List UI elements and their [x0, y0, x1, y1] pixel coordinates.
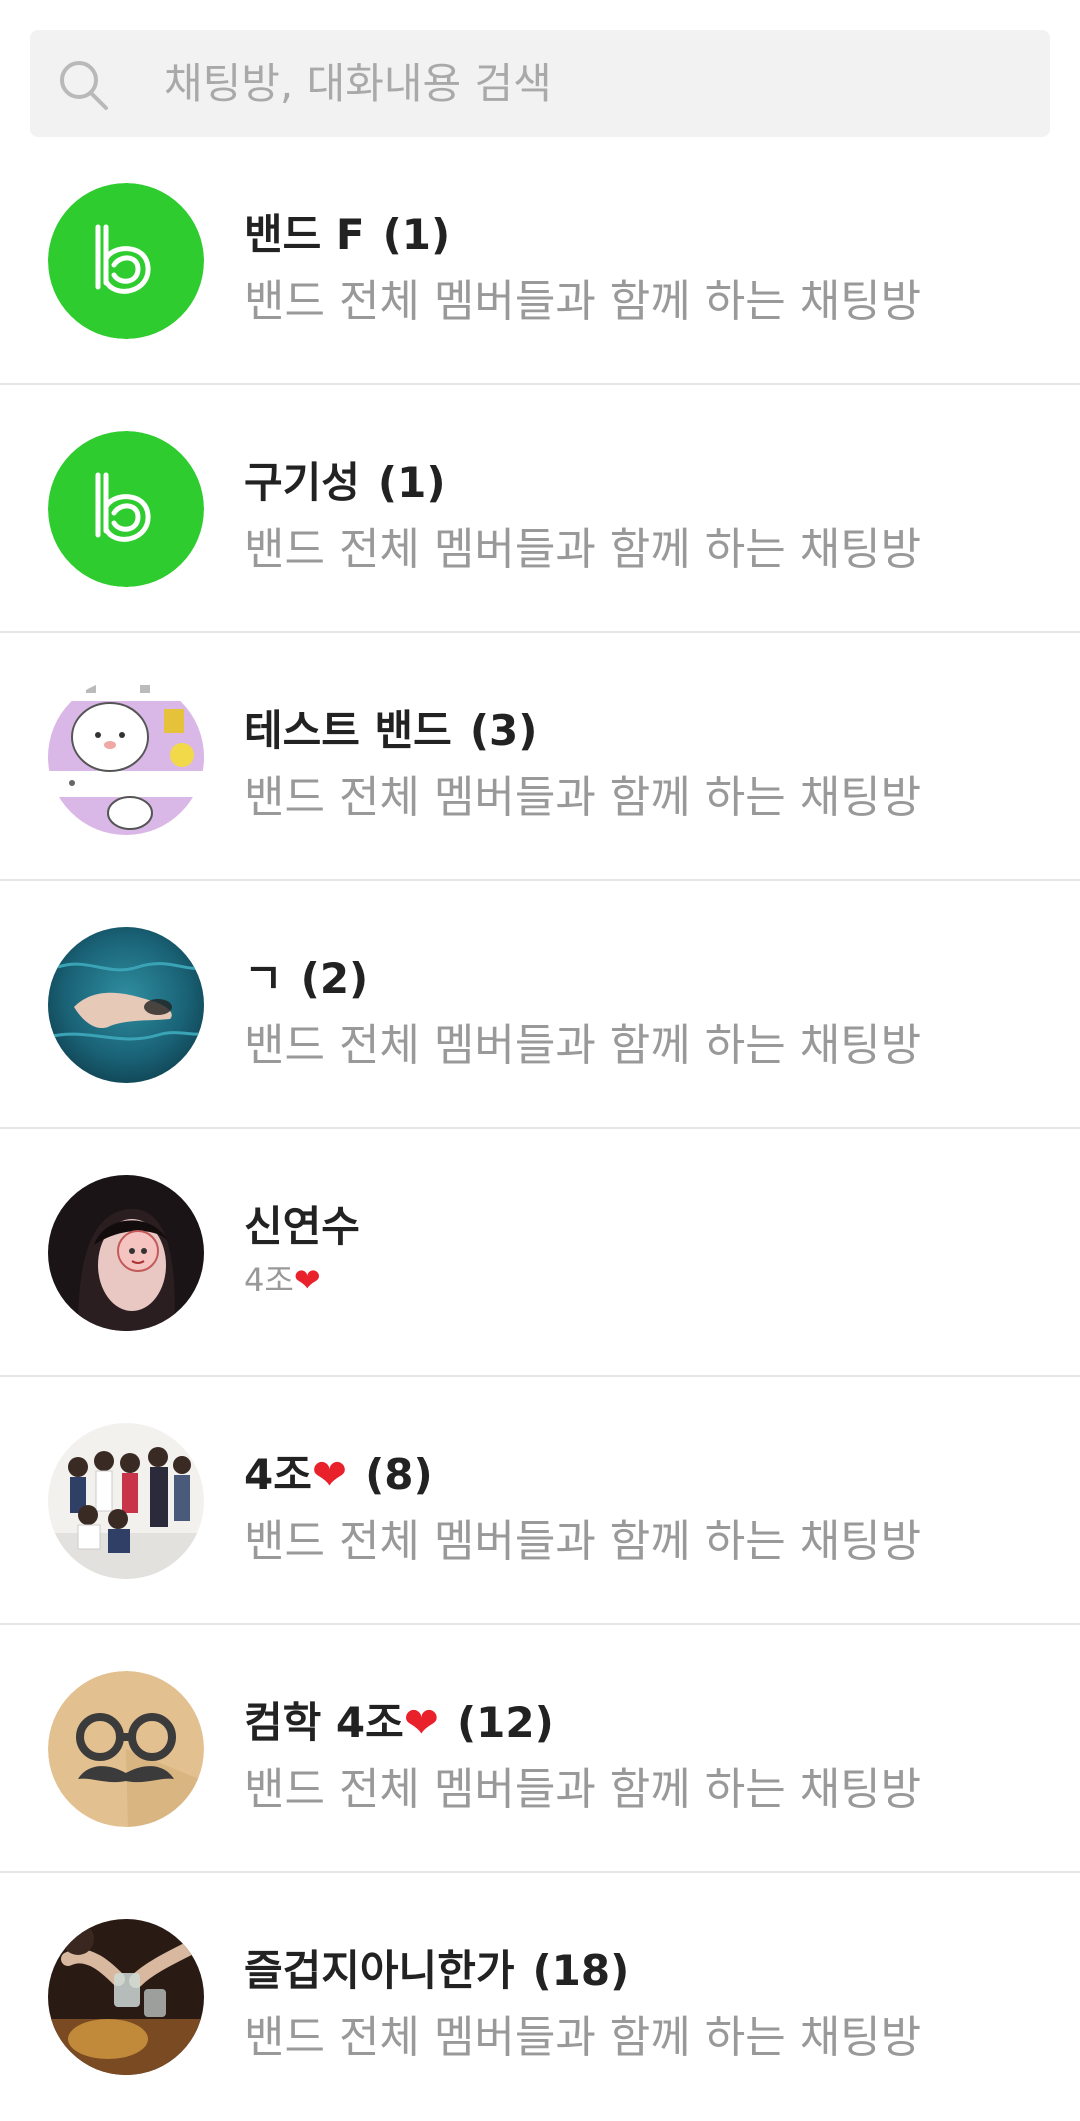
chat-room-item[interactable]: 컴학 4조❤ (12) 밴드 전체 멤버들과 함께 하는 채팅방 [0, 1625, 1080, 1873]
heart-emoji-icon: ❤ [403, 1698, 439, 1747]
member-count: (8) [365, 1450, 433, 1499]
chat-room-subtitle: 밴드 전체 멤버들과 함께 하는 채팅방 [244, 1764, 922, 1815]
member-count: (1) [382, 210, 451, 259]
member-count: (18) [532, 1946, 630, 1995]
chat-room-item[interactable]: 즐겁지아니한가 (18) 밴드 전체 멤버들과 함께 하는 채팅방 [0, 1873, 1080, 2121]
cartoon-avatar [48, 679, 204, 835]
chat-room-title: 4조❤ (8) [244, 1450, 433, 1499]
chat-room-item[interactable]: 밴드 F (1) 밴드 전체 멤버들과 함께 하는 채팅방 [0, 137, 1080, 385]
band-logo-avatar [48, 183, 204, 339]
chat-room-list: 밴드 F (1) 밴드 전체 멤버들과 함께 하는 채팅방 구기성 (1) 밴드 전… [0, 137, 1080, 2111]
chat-room-title: 구기성 (1) [244, 458, 446, 507]
chat-room-title: 즐겁지아니한가 (18) [244, 1946, 630, 1995]
heart-emoji-icon: ❤ [293, 1261, 321, 1299]
glasses-mustache-avatar [48, 1671, 204, 1827]
chat-room-subtitle: 4조❤ [244, 1261, 321, 1299]
chat-room-subtitle: 밴드 전체 멤버들과 함께 하는 채팅방 [244, 276, 922, 327]
chat-room-subtitle: 밴드 전체 멤버들과 함께 하는 채팅방 [244, 1020, 922, 1071]
chat-room-title: ㄱ (2) [244, 954, 369, 1003]
chat-room-item[interactable]: 테스트 밴드 (3) 밴드 전체 멤버들과 함께 하는 채팅방 [0, 633, 1080, 881]
chat-room-item[interactable]: ㄱ (2) 밴드 전체 멤버들과 함께 하는 채팅방 [0, 881, 1080, 1129]
search-input[interactable] [134, 30, 1014, 137]
heart-emoji-icon: ❤ [311, 1450, 348, 1499]
chat-room-subtitle: 밴드 전체 멤버들과 함께 하는 채팅방 [244, 2012, 922, 2063]
search-icon [56, 57, 112, 113]
member-count: (2) [300, 954, 369, 1003]
band-logo-avatar [48, 431, 204, 587]
person-photo-avatar [48, 1175, 204, 1331]
search-bar[interactable] [30, 30, 1050, 137]
chat-room-subtitle: 밴드 전체 멤버들과 함께 하는 채팅방 [244, 1516, 922, 1567]
chat-room-title: 신연수 [244, 1202, 360, 1251]
member-count: (1) [377, 458, 446, 507]
chat-room-subtitle: 밴드 전체 멤버들과 함께 하는 채팅방 [244, 772, 922, 823]
chat-room-item[interactable]: 신연수 4조❤ [0, 1129, 1080, 1377]
chat-room-item[interactable]: 구기성 (1) 밴드 전체 멤버들과 함께 하는 채팅방 [0, 385, 1080, 633]
group-photo-avatar [48, 1423, 204, 1579]
member-count: (3) [469, 706, 538, 755]
chat-room-item[interactable]: 4조❤ (8) 밴드 전체 멤버들과 함께 하는 채팅방 [0, 1377, 1080, 1625]
chat-room-title: 테스트 밴드 (3) [244, 706, 538, 755]
chat-room-title: 컴학 4조❤ (12) [244, 1698, 554, 1747]
member-count: (12) [456, 1698, 554, 1747]
water-hand-photo-avatar [48, 927, 204, 1083]
chat-room-subtitle: 밴드 전체 멤버들과 함께 하는 채팅방 [244, 524, 922, 575]
chat-room-title: 밴드 F (1) [244, 210, 451, 259]
toast-photo-avatar [48, 1919, 204, 2075]
